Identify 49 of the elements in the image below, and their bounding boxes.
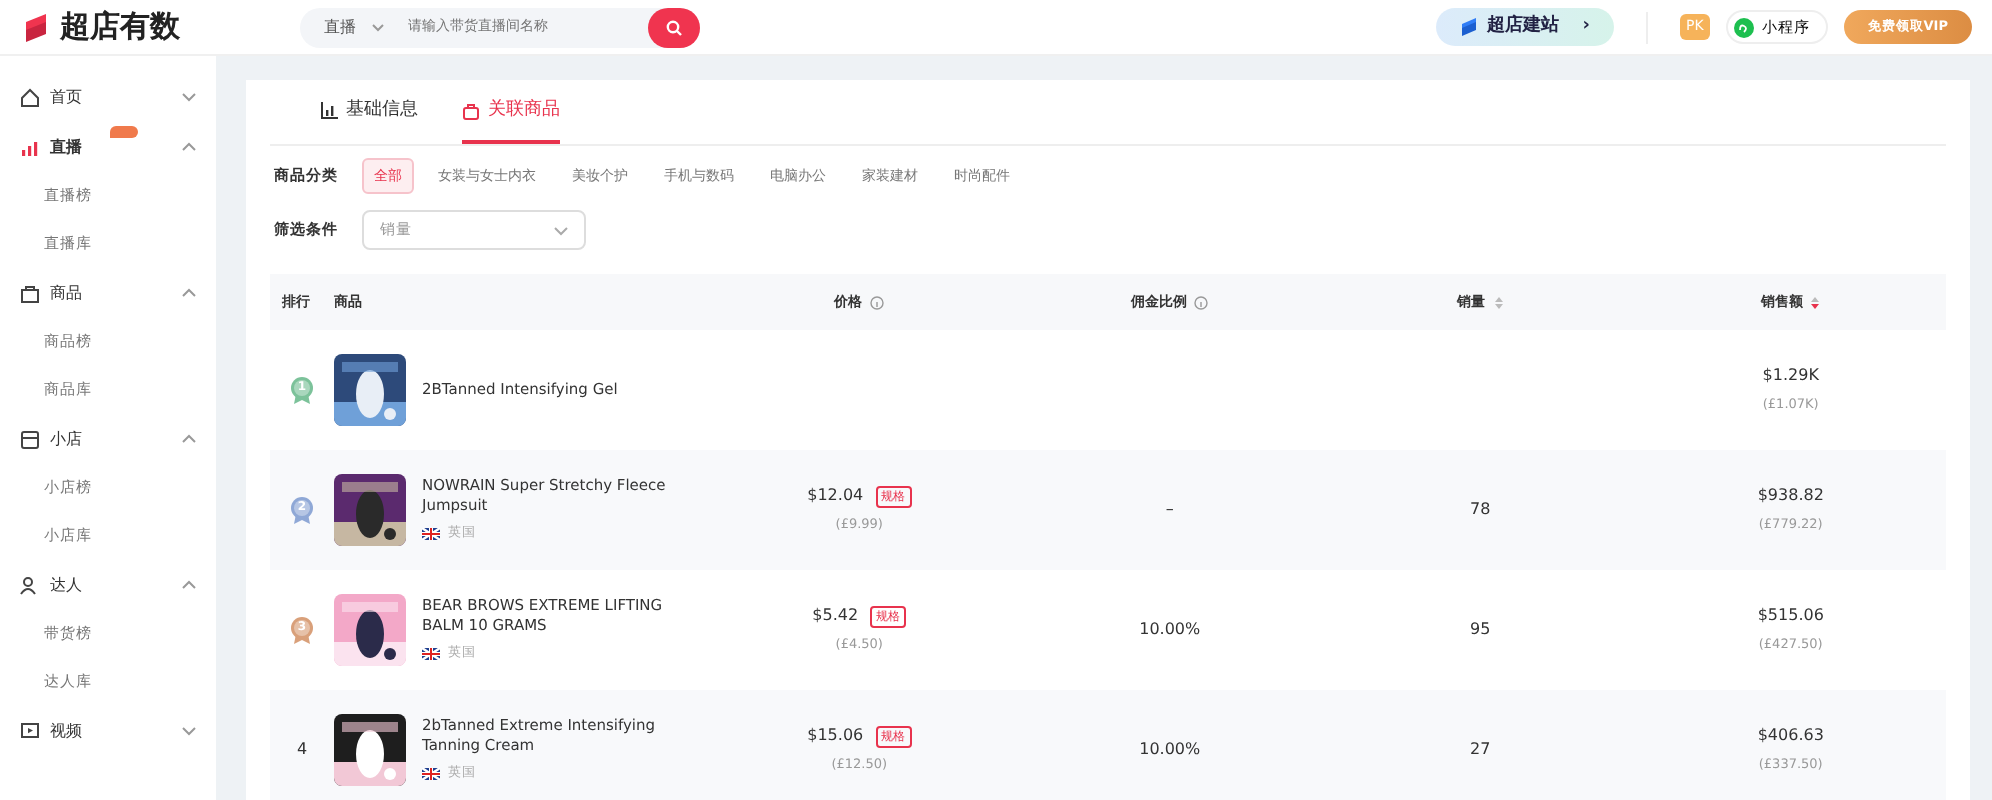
tab[interactable]: 基础信息 bbox=[320, 80, 418, 143]
bar-chart-icon bbox=[20, 137, 40, 157]
scope-dropdown[interactable]: 直播 bbox=[300, 15, 372, 39]
price-text: $12.04 bbox=[807, 484, 864, 509]
rank-number: 4 bbox=[296, 738, 308, 762]
chevron-up-icon bbox=[182, 434, 196, 444]
commission-rate: 10.00% bbox=[1139, 740, 1201, 758]
chevron-up-icon bbox=[182, 288, 196, 298]
logo-icon bbox=[20, 11, 52, 43]
video-icon bbox=[20, 721, 40, 741]
chevron-up-icon bbox=[182, 580, 196, 590]
revenue-text: $1.29K bbox=[1760, 364, 1821, 389]
logo-icon bbox=[1460, 18, 1479, 36]
bag-icon bbox=[20, 283, 40, 303]
sales-count: 78 bbox=[1470, 500, 1491, 518]
chevron-down-icon bbox=[182, 92, 196, 102]
person-icon bbox=[20, 575, 40, 595]
store-icon bbox=[20, 429, 40, 449]
revenue-text: $406.63 bbox=[1755, 724, 1826, 749]
chevron-up-icon bbox=[182, 142, 196, 152]
chevron-down-icon bbox=[182, 726, 196, 736]
sidebar-item[interactable]: 达人 bbox=[0, 560, 216, 610]
flag-icon bbox=[422, 528, 440, 540]
search-button[interactable] bbox=[648, 7, 700, 47]
bag-icon bbox=[462, 102, 480, 121]
sidebar-item[interactable]: 直播 bbox=[0, 122, 216, 172]
revenue-text: $938.82 bbox=[1755, 484, 1826, 509]
mini-program-icon bbox=[1733, 17, 1754, 37]
chevron-down-icon bbox=[554, 225, 568, 235]
sidebar-item[interactable]: 小店 bbox=[0, 414, 216, 464]
commission-rate: 10.00% bbox=[1139, 620, 1201, 638]
price-text: $5.42 bbox=[812, 604, 859, 629]
sales-count: 27 bbox=[1470, 740, 1491, 758]
commission-rate: – bbox=[1165, 500, 1174, 518]
home-icon bbox=[20, 87, 40, 107]
sales-count: 95 bbox=[1470, 620, 1491, 638]
bar-chart-icon bbox=[320, 102, 338, 121]
logo-text: 超店有数 bbox=[60, 6, 180, 49]
search-icon bbox=[666, 19, 682, 35]
flag-icon bbox=[422, 648, 440, 660]
sidebar-item[interactable]: 商品 bbox=[0, 268, 216, 318]
tab[interactable]: 关联商品 bbox=[462, 80, 560, 143]
revenue-text: $515.06 bbox=[1755, 604, 1826, 629]
site-builder-button[interactable]: 超店建站 › bbox=[1436, 7, 1614, 47]
chevron-down-icon bbox=[372, 23, 384, 31]
flag-icon bbox=[422, 768, 440, 780]
price-text: $15.06 bbox=[807, 724, 864, 749]
sidebar-item[interactable]: 首页 bbox=[0, 72, 216, 122]
sidebar-item[interactable]: 视频 bbox=[0, 706, 216, 756]
